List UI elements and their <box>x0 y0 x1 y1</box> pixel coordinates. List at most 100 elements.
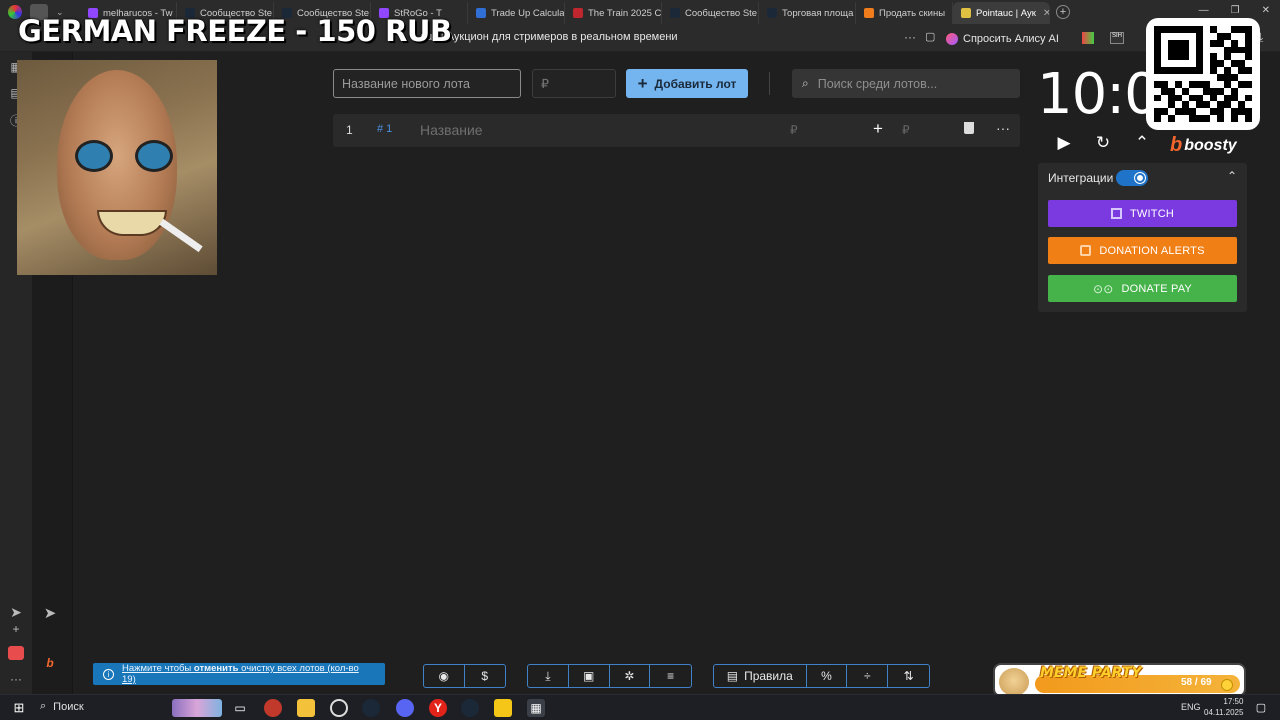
taskbar-search[interactable]: ⌕ Поиск <box>40 700 84 713</box>
qr-module <box>1224 60 1231 68</box>
browser-tab[interactable]: The Train 2025 C <box>565 2 662 24</box>
qr-module <box>1182 94 1189 102</box>
add-lot-button[interactable]: + Добавить лот <box>626 69 748 98</box>
boosty-logo[interactable]: b boosty <box>1170 134 1237 157</box>
language-indicator[interactable]: ENG <box>1181 702 1201 712</box>
qr-module <box>1210 53 1217 61</box>
twitch-integration-button[interactable]: TWITCH <box>1048 200 1237 227</box>
lot-add-amount-icon[interactable]: + <box>873 119 883 139</box>
alice-button[interactable]: Спросить Алису AI <box>946 30 1059 48</box>
browser-tab[interactable]: Pointauc | Аук ✕ <box>953 2 1050 24</box>
qr-code-pattern <box>1154 26 1252 122</box>
close-window-icon[interactable]: ✕ <box>1262 5 1270 16</box>
maximize-icon[interactable]: ❐ <box>1231 5 1240 16</box>
qr-module <box>1231 80 1238 88</box>
browser-tab[interactable]: Продать скины <box>856 2 953 24</box>
rules-button[interactable]: ▤ Правила <box>714 665 807 687</box>
qr-module <box>1245 53 1252 61</box>
github-button[interactable]: ◉ <box>424 665 465 687</box>
qr-module <box>1175 108 1182 116</box>
donation-alerts-button[interactable]: DONATION ALERTS <box>1048 237 1237 264</box>
browser-tab[interactable]: Trade Up Calcula <box>468 2 565 24</box>
page-title[interactable]: auc | Аукцион для стримеров в реальном в… <box>420 31 678 43</box>
download-button[interactable]: ⤓ <box>528 665 569 687</box>
play-icon[interactable]: ▶ <box>1053 132 1075 154</box>
qr-module <box>1196 87 1203 95</box>
new-lot-price-input[interactable]: ₽ <box>532 69 616 98</box>
new-tab-button[interactable]: + <box>1056 5 1070 19</box>
notifications-icon[interactable]: ▢ <box>1252 699 1270 717</box>
delete-lot-icon[interactable] <box>964 122 974 134</box>
qr-module <box>1224 80 1231 88</box>
qr-module <box>1196 101 1203 109</box>
more-options-icon[interactable]: ··· <box>904 30 916 44</box>
telegram-icon[interactable]: ➤ <box>42 604 58 622</box>
steam-icon-2[interactable] <box>461 699 479 717</box>
search-highlight-image[interactable] <box>172 699 222 717</box>
lot-name-input[interactable]: Название <box>420 122 483 138</box>
percent-icon: % <box>821 669 832 683</box>
sidebar-telegram-icon[interactable]: ➤ <box>8 604 24 620</box>
qr-module <box>1182 46 1189 54</box>
sidebar-more-icon[interactable]: ··· <box>8 672 24 688</box>
clear-lots-undo-notification[interactable]: i Нажмите чтобы отменить очистку всех ло… <box>93 663 385 685</box>
new-lot-name-input[interactable]: Название нового лота <box>333 69 521 98</box>
donation-overlay-title: GERMAN FREEZE - 150 RUB <box>18 14 452 48</box>
calculator-icon[interactable]: ▦ <box>527 699 545 717</box>
qr-module <box>1210 115 1217 122</box>
qr-module <box>1231 87 1238 95</box>
file-explorer-icon[interactable] <box>297 699 315 717</box>
boosty-sidebar-icon[interactable]: b <box>42 656 58 672</box>
extension-icon[interactable] <box>1082 32 1094 44</box>
steam-icon[interactable] <box>362 699 380 717</box>
qr-module <box>1196 74 1203 81</box>
tab-favicon-icon <box>961 8 971 18</box>
qr-module <box>1175 74 1182 81</box>
windows-start-icon[interactable]: ⊞ <box>10 699 28 717</box>
qr-module <box>1154 87 1161 95</box>
clear-lots-button[interactable]: ≡ <box>650 665 691 687</box>
app-icon[interactable] <box>264 699 282 717</box>
qr-module <box>1175 53 1182 61</box>
divide-button[interactable]: ÷ <box>847 665 889 687</box>
notification-bold: отменить <box>193 663 239 674</box>
sidebar-pocket-icon[interactable] <box>8 646 24 660</box>
integrations-toggle[interactable] <box>1116 170 1148 186</box>
qr-module <box>1238 53 1245 61</box>
sidebar-add-icon[interactable]: + <box>8 622 24 638</box>
reset-timer-icon[interactable]: ↻ <box>1092 132 1114 154</box>
sort-button[interactable]: ⇅ <box>888 665 929 687</box>
windows-taskbar: ⊞ ⌕ Поиск ▭ Y ▦ ENG 17:50 04.11.2025 ▢ <box>0 694 1280 720</box>
app-icon-2[interactable] <box>494 699 512 717</box>
lot-search-input[interactable]: ⌕ Поиск среди лотов... <box>792 69 1020 98</box>
lot-add-amount-currency[interactable]: ₽ <box>902 123 910 137</box>
save-button[interactable]: ▣ <box>569 665 610 687</box>
browser-tab[interactable]: Торговая площа <box>759 2 856 24</box>
qr-module <box>1217 115 1224 122</box>
minimize-icon[interactable]: — <box>1199 5 1209 16</box>
donate-pay-button[interactable]: ⊙⊙ DONATE PAY <box>1048 275 1237 302</box>
sunglasses-right-lens <box>135 140 173 172</box>
bookmark-icon[interactable]: ▢ <box>925 30 935 43</box>
taskbar-clock[interactable]: 17:50 04.11.2025 <box>1204 696 1243 718</box>
donate-button[interactable]: $ <box>465 665 506 687</box>
close-tab-icon[interactable]: ✕ <box>1043 8 1049 19</box>
coin-icon <box>1221 679 1233 691</box>
browser-tab[interactable]: Сообщество Ste <box>662 2 759 24</box>
qr-module <box>1203 53 1210 61</box>
discord-icon[interactable] <box>396 699 414 717</box>
qr-module <box>1161 80 1168 88</box>
qr-code <box>1146 18 1260 130</box>
task-view-icon[interactable]: ▭ <box>231 699 249 717</box>
collapse-timer-icon[interactable]: ⌃ <box>1131 132 1153 154</box>
qr-module <box>1217 53 1224 61</box>
qr-module <box>1168 53 1175 61</box>
extension-icon[interactable]: SIH <box>1110 32 1124 44</box>
search-placeholder: Поиск среди лотов... <box>817 76 938 91</box>
lot-more-icon[interactable]: ··· <box>996 120 1010 136</box>
percent-button[interactable]: % <box>807 665 848 687</box>
yandex-browser-icon[interactable]: Y <box>429 699 447 717</box>
obs-icon[interactable] <box>330 699 348 717</box>
collapse-integrations-icon[interactable]: ⌃ <box>1227 169 1237 183</box>
report-bug-button[interactable]: ✲ <box>610 665 651 687</box>
